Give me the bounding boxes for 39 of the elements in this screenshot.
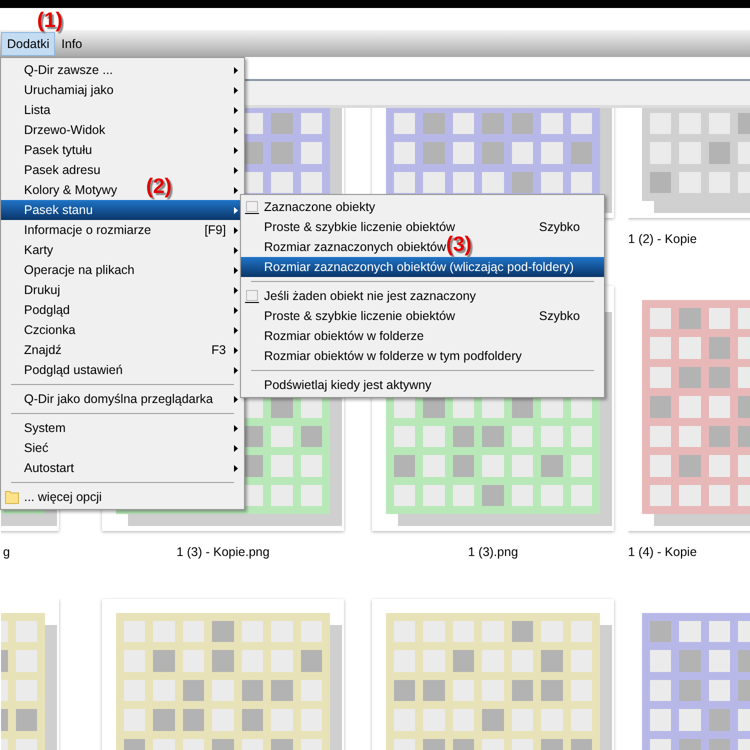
menu-item[interactable]: Sieć <box>1 438 244 458</box>
menu-item[interactable]: Uruchamiaj jako <box>1 80 244 100</box>
menu-item[interactable]: System <box>1 418 244 438</box>
menu-item[interactable]: ... więcej opcji <box>1 487 244 507</box>
menu-item[interactable]: Zaznaczone obiekty <box>241 197 604 217</box>
checkbox-icon <box>245 200 259 214</box>
menu-item[interactable]: Rozmiar obiektów w folderze w tym podfoldery <box>241 346 604 366</box>
menu-item[interactable]: Drukuj <box>1 280 244 300</box>
menu-item[interactable]: Karty <box>1 240 244 260</box>
menu-item[interactable]: Pasek tytułu <box>1 140 244 160</box>
checkbox-icon <box>245 289 259 303</box>
menu-item[interactable]: Znajdź F3 <box>1 340 244 360</box>
annotation-label: (2) <box>146 176 172 197</box>
file-name: 1 (3) - Kopie.png <box>176 544 270 561</box>
menu-item[interactable]: Rozmiar zaznaczonych obiektów (wliczając pod-foldery) <box>241 257 604 277</box>
menu-item[interactable]: Rozmiar obiektów w folderze <box>241 326 604 346</box>
menu-item[interactable]: Proste & szybkie liczenie obiektów Szybko <box>241 217 604 237</box>
annotation-label: (1) <box>37 10 63 31</box>
menu-item[interactable]: Czcionka <box>1 320 244 340</box>
menu-item[interactable]: Podgląd <box>1 300 244 320</box>
folder-icon <box>5 490 19 504</box>
menu-item[interactable]: Informacje o rozmiarze [F9] <box>1 220 244 240</box>
file-name: 1 (2) - Kopie <box>628 231 697 248</box>
menu-item[interactable]: Podgląd ustawień <box>1 360 244 380</box>
menubar-item[interactable]: Dodatki <box>1 32 56 56</box>
file-name: g <box>3 544 10 561</box>
menu-item[interactable]: Q-Dir jako domyślna przeglądarka <box>1 389 244 409</box>
annotation-label: (3) <box>446 234 472 255</box>
menu-item[interactable]: Q-Dir zawsze ... <box>1 60 244 80</box>
menu-item[interactable]: Drzewo-Widok <box>1 120 244 140</box>
menu-item[interactable]: Autostart <box>1 458 244 478</box>
menu-item[interactable]: Lista <box>1 100 244 120</box>
menu-item[interactable]: Operacje na plikach <box>1 260 244 280</box>
menu-item[interactable]: Jeśli żaden obiekt nie jest zaznaczony <box>241 286 604 306</box>
file-name: 1 (4) - Kopie <box>628 544 697 561</box>
menu-item[interactable]: Podświetlaj kiedy jest aktywny <box>241 375 604 395</box>
file-name: 1 (3).png <box>468 544 518 561</box>
menu-item[interactable]: Proste & szybkie liczenie obiektów Szybko <box>241 306 604 326</box>
menubar-item[interactable]: Info <box>55 32 88 56</box>
